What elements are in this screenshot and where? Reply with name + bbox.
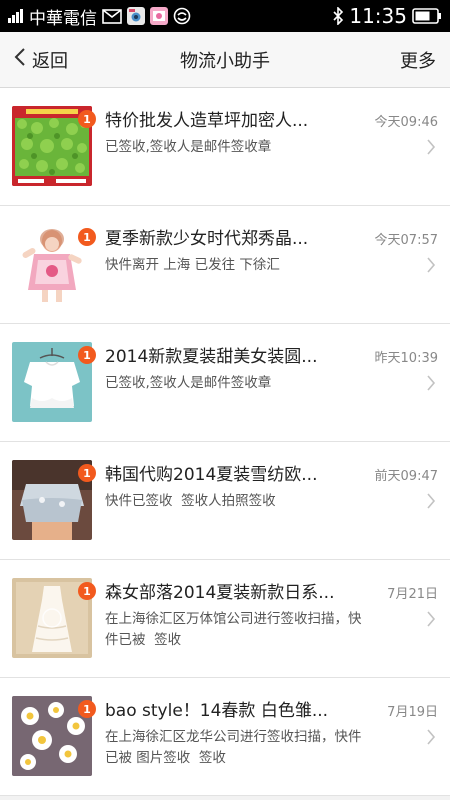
item-content: bao style！14春款 白色雏... 7月19日 在上海徐汇区龙华公司进行… — [105, 696, 438, 786]
unread-badge: 1 — [78, 346, 96, 364]
unread-badge: 1 — [78, 110, 96, 128]
product-thumbnail: 1 — [12, 460, 96, 540]
logistics-list: 1 特价批发人造草坪加密人... 今天09:46 已签收,签收人是邮件签收章 1… — [0, 88, 450, 796]
item-time: 前天09:47 — [374, 469, 438, 484]
more-button[interactable]: 更多 — [400, 47, 436, 73]
item-content: 特价批发人造草坪加密人... 今天09:46 已签收,签收人是邮件签收章 — [105, 106, 438, 196]
item-status: 在上海徐汇区龙华公司进行签收扫描，快件已被 图片签收 签收 — [105, 729, 362, 766]
item-title: bao style！14春款 白色雏... — [105, 701, 329, 721]
list-item[interactable]: 1 森女部落2014夏装新款日系... 7月21日 在上海徐汇区万体馆公司进行签… — [0, 560, 450, 678]
bluetooth-icon — [332, 7, 344, 25]
unread-badge: 1 — [78, 700, 96, 718]
clock: 11:35 — [349, 4, 407, 28]
item-time: 7月21日 — [387, 587, 438, 602]
nav-bar: 返回 物流小助手 更多 — [0, 32, 450, 88]
list-item[interactable]: 1 2014新款夏装甜美女装圆... 昨天10:39 已签收,签收人是邮件签收章 — [0, 324, 450, 442]
list-item[interactable]: 1 bao style！14春款 白色雏... 7月19日 在上海徐汇区龙华公司… — [0, 678, 450, 796]
item-status: 快件离开 上海 已发往 下徐汇 — [105, 257, 280, 273]
item-title: 森女部落2014夏装新款日系... — [105, 583, 335, 603]
carrier-name: 中華電信 — [29, 8, 97, 29]
item-status: 已签收,签收人是邮件签收章 — [105, 375, 272, 391]
chevron-right-icon — [426, 374, 436, 396]
chevron-right-icon — [426, 728, 436, 750]
product-thumbnail: 1 — [12, 578, 96, 658]
item-title: 特价批发人造草坪加密人... — [105, 111, 309, 131]
item-title: 2014新款夏装甜美女装圆... — [105, 347, 318, 367]
photo-app-icon — [150, 7, 168, 25]
battery-icon — [412, 8, 442, 24]
chevron-right-icon — [426, 492, 436, 514]
unread-badge: 1 — [78, 228, 96, 246]
back-label: 返回 — [32, 50, 68, 72]
item-content: 森女部落2014夏装新款日系... 7月21日 在上海徐汇区万体馆公司进行签收扫… — [105, 578, 438, 668]
chevron-right-icon — [426, 256, 436, 278]
back-button[interactable]: 返回 — [14, 47, 68, 73]
unread-badge: 1 — [78, 582, 96, 600]
item-time: 今天09:46 — [374, 115, 438, 130]
item-time: 今天07:57 — [374, 233, 438, 248]
product-thumbnail: 1 — [12, 342, 96, 422]
item-title: 韩国代购2014夏装雪纺欧... — [105, 465, 318, 485]
list-item[interactable]: 1 特价批发人造草坪加密人... 今天09:46 已签收,签收人是邮件签收章 — [0, 88, 450, 206]
item-time: 7月19日 — [387, 705, 438, 720]
status-bar: 中華電信 11:35 — [0, 0, 450, 32]
item-time: 昨天10:39 — [374, 351, 438, 366]
chevron-right-icon — [426, 610, 436, 632]
sync-icon — [173, 7, 191, 25]
item-status: 快件已签收 签收人拍照签收 — [105, 493, 276, 509]
camera-app-icon — [127, 7, 145, 25]
chevron-right-icon — [426, 138, 436, 160]
product-thumbnail: 1 — [12, 106, 96, 186]
list-item[interactable]: 1 夏季新款少女时代郑秀晶... 今天07:57 快件离开 上海 已发往 下徐汇 — [0, 206, 450, 324]
item-content: 夏季新款少女时代郑秀晶... 今天07:57 快件离开 上海 已发往 下徐汇 — [105, 224, 438, 314]
list-item[interactable]: 1 韩国代购2014夏装雪纺欧... 前天09:47 快件已签收 签收人拍照签收 — [0, 442, 450, 560]
item-content: 韩国代购2014夏装雪纺欧... 前天09:47 快件已签收 签收人拍照签收 — [105, 460, 438, 550]
item-content: 2014新款夏装甜美女装圆... 昨天10:39 已签收,签收人是邮件签收章 — [105, 342, 438, 432]
item-status: 已签收,签收人是邮件签收章 — [105, 139, 272, 155]
item-status: 在上海徐汇区万体馆公司进行签收扫描，快件已被 签收 — [105, 611, 362, 648]
status-bar-right: 11:35 — [332, 4, 442, 28]
mail-icon — [102, 8, 122, 24]
status-bar-left: 中華電信 — [8, 4, 191, 29]
signal-icon — [8, 9, 24, 23]
chevron-left-icon — [14, 47, 26, 72]
unread-badge: 1 — [78, 464, 96, 482]
item-title: 夏季新款少女时代郑秀晶... — [105, 229, 309, 249]
product-thumbnail: 1 — [12, 224, 96, 304]
product-thumbnail: 1 — [12, 696, 96, 776]
